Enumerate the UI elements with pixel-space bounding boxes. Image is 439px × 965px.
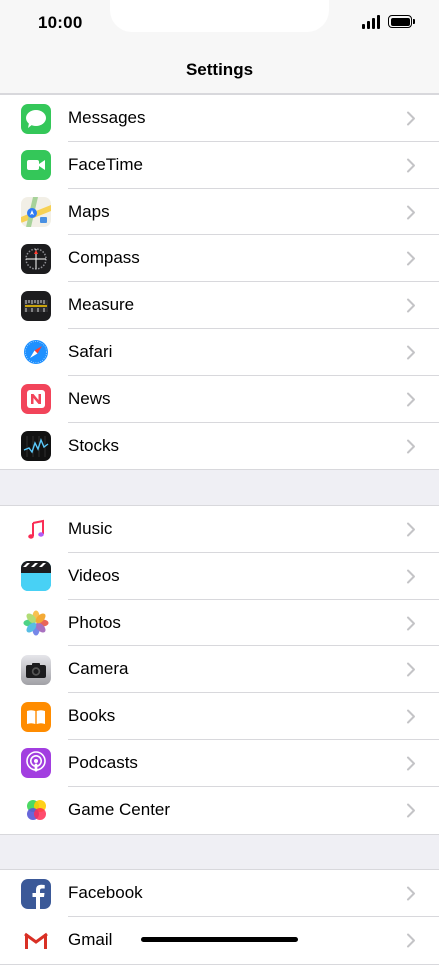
settings-row-measure[interactable]: Measure <box>0 282 439 329</box>
game-center-icon <box>21 795 51 826</box>
settings-row-safari[interactable]: Safari <box>0 329 439 376</box>
chevron-right-icon <box>407 709 415 724</box>
settings-row-podcasts[interactable]: Podcasts <box>0 740 439 787</box>
settings-row-label: Compass <box>68 248 140 268</box>
notch <box>110 0 329 32</box>
facetime-icon <box>21 150 51 181</box>
measure-icon <box>21 290 51 321</box>
settings-group-apps-1: Messages FaceTime Maps Compass Measure S… <box>0 94 439 471</box>
chevron-right-icon <box>407 662 415 677</box>
settings-row-facebook[interactable]: Facebook <box>0 870 439 917</box>
status-time: 10:00 <box>38 13 83 32</box>
chevron-right-icon <box>407 756 415 771</box>
chevron-right-icon <box>407 439 415 454</box>
music-icon <box>21 514 51 545</box>
chevron-right-icon <box>407 803 415 818</box>
settings-row-label: News <box>68 388 111 408</box>
settings-row-label: Messages <box>68 108 146 127</box>
settings-row-game-center[interactable]: Game Center <box>0 787 439 834</box>
settings-group-media: Music Videos Photos Camera Books Podcast… <box>0 505 439 835</box>
facebook-icon <box>21 878 51 909</box>
news-icon <box>21 384 51 415</box>
page-title: Settings <box>185 60 254 79</box>
chevron-right-icon <box>407 298 415 313</box>
settings-row-label: Camera <box>68 659 129 679</box>
settings-row-books[interactable]: Books <box>0 693 439 740</box>
settings-row-label: Photos <box>68 612 121 632</box>
settings-row-compass[interactable]: Compass <box>0 235 439 283</box>
settings-row-label: FaceTime <box>68 154 143 174</box>
chevron-right-icon <box>407 345 415 360</box>
nav-bar: Settings <box>0 48 439 94</box>
chevron-right-icon <box>407 158 415 173</box>
home-indicator[interactable] <box>141 937 298 942</box>
settings-row-label: Facebook <box>68 883 143 902</box>
settings-row-videos[interactable]: Videos <box>0 553 439 600</box>
settings-group-third-party: Facebook Gmail <box>0 869 439 965</box>
settings-row-maps[interactable]: Maps <box>0 189 439 236</box>
settings-row-label: Music <box>68 519 113 538</box>
gmail-icon <box>21 925 51 956</box>
settings-row-music[interactable]: Music <box>0 506 439 553</box>
podcasts-icon <box>21 748 51 779</box>
camera-icon <box>21 654 51 685</box>
chevron-right-icon <box>407 886 415 901</box>
chevron-right-icon <box>407 616 415 631</box>
messages-icon <box>21 103 51 134</box>
chevron-right-icon <box>407 569 415 584</box>
settings-row-label: Books <box>68 706 116 726</box>
settings-row-label: Stocks <box>68 435 120 455</box>
settings-row-messages[interactable]: Messages <box>0 95 439 142</box>
battery-icon <box>388 15 415 28</box>
cellular-signal-icon <box>362 15 382 29</box>
settings-row-label: Maps <box>68 201 110 221</box>
photos-icon <box>21 608 51 639</box>
settings-row-news[interactable]: News <box>0 376 439 423</box>
compass-icon <box>21 243 51 274</box>
settings-row-camera[interactable]: Camera <box>0 646 439 694</box>
chevron-right-icon <box>407 111 415 126</box>
settings-row-photos[interactable]: Photos <box>0 600 439 647</box>
settings-row-facetime[interactable]: FaceTime <box>0 142 439 189</box>
settings-row-stocks[interactable]: Stocks <box>0 423 439 470</box>
videos-icon <box>21 561 51 592</box>
chevron-right-icon <box>407 251 415 266</box>
chevron-right-icon <box>407 205 415 220</box>
settings-row-label: Safari <box>68 341 113 361</box>
settings-row-label: Game Center <box>68 799 171 819</box>
settings-row-label: Podcasts <box>68 752 138 772</box>
settings-row-label: Videos <box>68 565 120 585</box>
chevron-right-icon <box>407 522 415 537</box>
chevron-right-icon <box>407 392 415 407</box>
stocks-icon <box>21 431 51 462</box>
books-icon <box>21 701 51 732</box>
settings-row-label: Gmail <box>68 929 113 949</box>
settings-row-label: Measure <box>68 295 135 315</box>
maps-icon <box>21 197 51 228</box>
status-bar: 10:00 <box>0 0 439 48</box>
safari-icon <box>21 337 51 368</box>
chevron-right-icon <box>407 933 415 948</box>
